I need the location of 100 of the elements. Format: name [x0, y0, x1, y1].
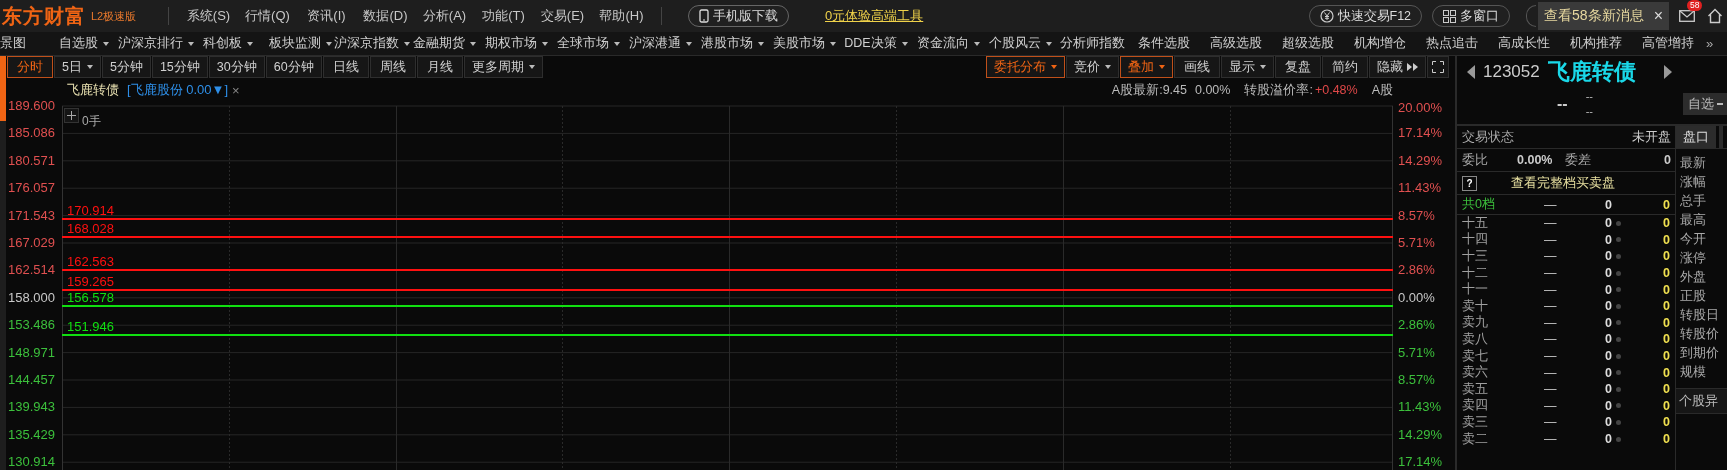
help-button[interactable]: ?: [1462, 175, 1477, 191]
nav-item[interactable]: 超级选股: [1272, 35, 1344, 52]
volume-cell-text: 0: [1604, 232, 1612, 247]
nav-item[interactable]: DDE决策: [840, 35, 912, 52]
nav-item[interactable]: 金融期货: [408, 35, 480, 52]
count-cell-text: 0: [1662, 432, 1670, 446]
nav-item[interactable]: 机构增仓: [1344, 35, 1416, 52]
mail-icon: [1679, 10, 1695, 22]
dot-icon: [1616, 436, 1621, 442]
nav-item[interactable]: 景图: [0, 35, 48, 52]
dot-icon: [1616, 370, 1621, 376]
chart-tool-button[interactable]: 隐藏: [1369, 56, 1426, 78]
count-cell-text: 0: [1662, 332, 1670, 347]
nav-item[interactable]: 机构推荐: [1560, 35, 1632, 52]
menu-item[interactable]: 帮助(H): [592, 7, 651, 25]
promo-link[interactable]: 0元体验高端工具: [825, 7, 924, 25]
period-tab[interactable]: 5日: [54, 56, 101, 78]
field-label: 今开: [1680, 231, 1707, 248]
caret-icon: [1159, 65, 1165, 69]
difference-value: 0: [1664, 153, 1671, 167]
menu-item[interactable]: 功能(T): [474, 7, 533, 25]
nav-item[interactable]: 沪深京指数: [336, 35, 408, 52]
chart-tool-button[interactable]: 叠加: [1120, 56, 1173, 78]
nav-item[interactable]: 高级选股: [1200, 35, 1272, 52]
nav-item[interactable]: 高成长性: [1488, 35, 1560, 52]
price-axis-label: 185.086: [8, 125, 55, 142]
field-label: 到期价: [1680, 345, 1720, 362]
chart-tool-button[interactable]: 画线: [1174, 56, 1220, 78]
nav-item[interactable]: 资金流向: [912, 35, 984, 52]
nav-item[interactable]: 个股风云: [984, 35, 1056, 52]
period-tab[interactable]: 日线: [322, 56, 369, 78]
mobile-download-button[interactable]: 手机版下载: [688, 5, 789, 27]
fullscreen-button[interactable]: [1427, 56, 1449, 78]
chart-tool-button[interactable]: 委托分布: [986, 56, 1065, 78]
price-level-label: 156.578: [67, 290, 114, 306]
notification-text[interactable]: 查看58条新消息: [1544, 7, 1644, 25]
stock-alert-header[interactable]: 个股异: [1676, 388, 1727, 414]
count-cell-text: 0: [1662, 415, 1670, 430]
period-tab[interactable]: 分时: [7, 56, 53, 78]
period-tab[interactable]: 周线: [369, 56, 416, 78]
chart-tool-button[interactable]: 简约: [1322, 56, 1368, 78]
last-price: --: [1557, 95, 1568, 113]
count-cell-text: 0: [1662, 349, 1670, 364]
dot-icon: [1616, 320, 1621, 326]
overlay-link[interactable]: [飞鹿股份 0.00▼]: [127, 81, 228, 99]
yen-icon: [1319, 9, 1334, 23]
nav-item[interactable]: 港股市场: [696, 35, 768, 52]
panel-tab[interactable]: 盘口: [1676, 126, 1716, 148]
full-order-book-link[interactable]: 查看完整档买卖盘: [1511, 174, 1615, 192]
period-tab[interactable]: 30分钟: [208, 56, 265, 78]
period-tab[interactable]: 月线: [416, 56, 463, 78]
quote-tail: A股: [1371, 81, 1393, 99]
add-button[interactable]: [64, 108, 79, 123]
percent-axis-label: 20.00%: [1398, 100, 1443, 116]
watchlist-button[interactable]: 自选: [1683, 93, 1727, 115]
message-toast[interactable]: 查看58条新消息 ×: [1538, 2, 1669, 30]
count-cell-text: 0: [1662, 382, 1670, 397]
period-tab[interactable]: 60分钟: [265, 56, 322, 78]
menu-item[interactable]: 行情(Q): [238, 7, 297, 25]
volume-cell-text: 0: [1604, 197, 1612, 212]
nav-item[interactable]: 分析师指数: [1056, 35, 1128, 52]
percent-axis-label: 8.57%: [1398, 372, 1435, 388]
menu-item[interactable]: 分析(A): [415, 7, 474, 25]
nav-item[interactable]: 科创板: [192, 35, 264, 52]
period-tab[interactable]: 5分钟: [101, 56, 151, 78]
nav-item[interactable]: 全球市场: [552, 35, 624, 52]
nav-item[interactable]: 沪深京排行: [120, 35, 192, 52]
nav-item[interactable]: 期权市场: [480, 35, 552, 52]
chart-tool-button[interactable]: 竞价: [1066, 56, 1119, 78]
menu-item[interactable]: 资讯(I): [297, 7, 356, 25]
multi-window-button[interactable]: 多窗口: [1432, 5, 1511, 27]
field-label: 转股价: [1680, 326, 1720, 343]
period-tab[interactable]: 15分钟: [151, 56, 208, 78]
count-cell-text: 0: [1662, 232, 1670, 247]
more-button[interactable]: »: [1706, 36, 1714, 51]
percent-axis-label: 11.43%: [1398, 399, 1442, 416]
nav-item[interactable]: 美股市场: [768, 35, 840, 52]
nav-item[interactable]: 条件选股: [1128, 35, 1200, 52]
menu-item[interactable]: 系统(S): [179, 7, 238, 25]
nav-item[interactable]: 高管增持: [1632, 35, 1704, 52]
dot-icon: [1616, 336, 1621, 342]
menu-item[interactable]: 数据(D): [356, 7, 415, 25]
period-tab[interactable]: 更多周期: [463, 56, 543, 78]
volume-cell-text: 0: [1604, 216, 1612, 231]
price-axis-label: 139.943: [8, 399, 55, 416]
nav-item[interactable]: 热点追击: [1416, 35, 1488, 52]
percent-axis-label: 0.00%: [1398, 289, 1435, 306]
edition-label: L2极速版: [91, 8, 137, 24]
menu-item[interactable]: 交易(E): [533, 7, 592, 25]
chart-tool-button[interactable]: 复盘: [1275, 56, 1321, 78]
dot-icon: [1616, 254, 1621, 259]
plus-icon: [67, 111, 76, 120]
quick-trade-button[interactable]: 快速交易F12: [1308, 5, 1423, 27]
chart-tool-button[interactable]: 显示: [1221, 56, 1274, 78]
price-cell-text: —: [1544, 315, 1558, 330]
caret-icon: [1051, 65, 1057, 69]
left-arrow-icon: [1467, 65, 1475, 79]
close-button[interactable]: ×: [1653, 7, 1663, 25]
close-button[interactable]: ×: [232, 82, 240, 98]
nav-item[interactable]: 沪深港通: [624, 35, 696, 52]
